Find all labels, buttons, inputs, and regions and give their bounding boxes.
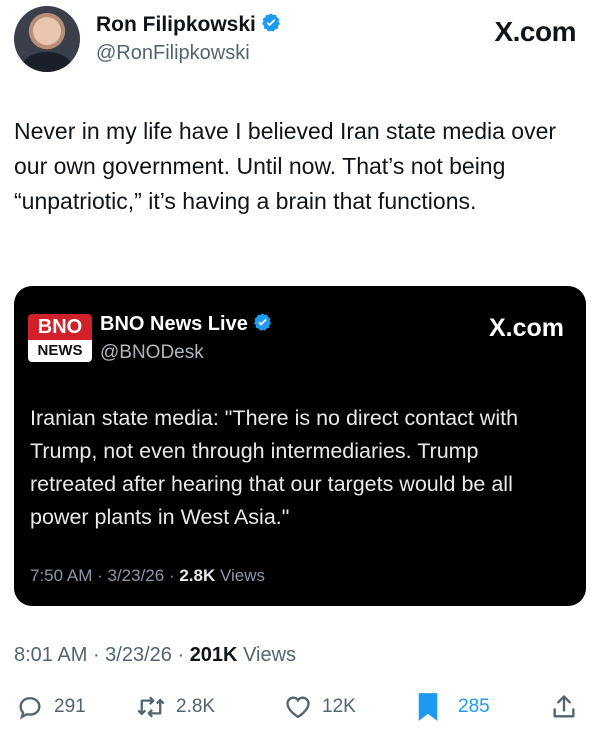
repost-icon: [136, 693, 166, 721]
views-label: Views: [243, 644, 297, 666]
quoted-author-name[interactable]: BNO News Live: [100, 312, 273, 339]
like-count: 12K: [322, 696, 356, 717]
quoted-tweet-text: Iranian state media: "There is no direct…: [30, 406, 519, 529]
share-button[interactable]: [550, 690, 578, 724]
repost-button[interactable]: 2.8K: [136, 690, 215, 724]
quoted-author-handle[interactable]: @BNODesk: [100, 342, 204, 364]
author-name[interactable]: Ron Filipkowski: [96, 12, 282, 40]
quoted-date[interactable]: 3/23/26: [107, 566, 164, 585]
quoted-tweet-meta: 7:50 AM · 3/23/26 · 2.8K Views: [30, 566, 266, 585]
verified-badge-icon: [260, 12, 282, 40]
author-name-text[interactable]: Ron Filipkowski: [96, 13, 256, 36]
bno-news-logo[interactable]: BNO NEWS: [28, 314, 92, 366]
verified-badge-icon: [252, 312, 273, 339]
views-count: 201K: [189, 644, 238, 666]
bookmark-count: 285: [458, 696, 490, 717]
reply-count: 291: [54, 696, 86, 717]
reply-button[interactable]: 291: [16, 690, 86, 724]
reply-icon: [16, 693, 44, 721]
tweet-meta: 8:01 AM · 3/23/26 · 201K Views: [14, 644, 297, 666]
quoted-time[interactable]: 7:50 AM: [30, 566, 92, 585]
bno-logo-bottom: NEWS: [28, 340, 92, 362]
action-bar: 291 2.8K 12K 285: [0, 690, 600, 724]
quoted-views-label: Views: [219, 566, 266, 585]
tweet-text: Never in my life have I believed Iran st…: [14, 118, 557, 214]
bno-logo-top: BNO: [28, 314, 92, 340]
author-avatar[interactable]: [14, 6, 80, 72]
x-logo: X.com: [494, 16, 576, 47]
tweet-date[interactable]: 3/23/26: [105, 644, 172, 666]
like-button[interactable]: 12K: [284, 690, 356, 724]
quoted-tweet-card[interactable]: BNO NEWS BNO News Live @BNODesk X.com Ir…: [14, 286, 586, 606]
quoted-author-name-text[interactable]: BNO News Live: [100, 313, 248, 335]
tweet-time[interactable]: 8:01 AM: [14, 644, 87, 666]
quoted-x-logo: X.com: [488, 314, 564, 342]
author-handle[interactable]: @RonFilipkowski: [96, 42, 250, 65]
bookmark-icon: [416, 692, 440, 722]
share-icon: [550, 693, 578, 721]
bookmark-button[interactable]: 285: [416, 690, 490, 724]
repost-count: 2.8K: [176, 696, 216, 717]
like-icon: [284, 693, 312, 721]
quoted-views-count: 2.8K: [179, 566, 216, 585]
